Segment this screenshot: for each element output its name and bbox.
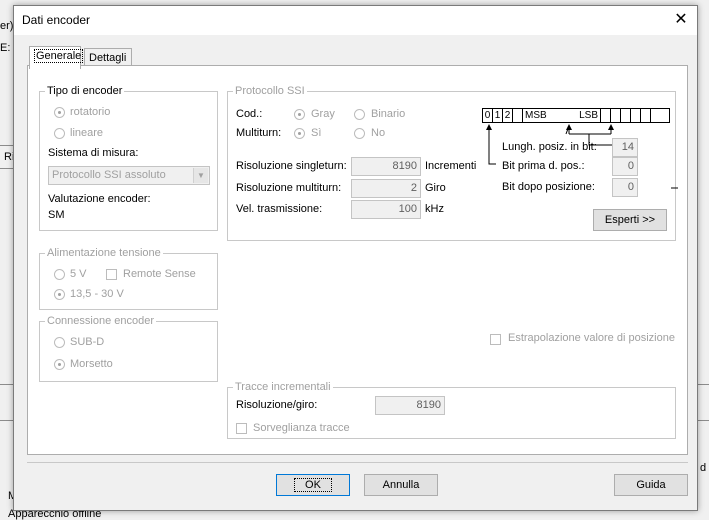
radio-label-subd: SUB-D (70, 336, 105, 348)
radio-lineare[interactable] (54, 128, 65, 139)
remote-sense-checkbox[interactable] (106, 269, 117, 280)
group-legend: Connessione encoder (47, 315, 155, 327)
res-multiturn-field[interactable]: 2 (351, 179, 421, 198)
evaluation-value: SM (48, 209, 65, 221)
background-divider (698, 420, 709, 421)
position-bits-cell: MSB LSB (523, 109, 601, 122)
radio-multiturn-si[interactable] (294, 128, 305, 139)
bit-after-field[interactable]: 0 (612, 178, 638, 197)
radio-gray[interactable] (294, 109, 305, 120)
group-legend: Tracce incrementali (235, 381, 331, 393)
bit-after-label: Bit dopo posizione: (502, 181, 595, 193)
help-button[interactable]: Guida (614, 474, 688, 496)
title-bar: Dati encoder ✕ (14, 6, 697, 35)
background-divider (0, 145, 13, 146)
bit-cell: 1 (493, 109, 503, 122)
speed-field[interactable]: 100 (351, 200, 421, 219)
extrapolation-label: Estrapolazione valore di posizione (508, 332, 675, 344)
bit-cell (631, 109, 641, 122)
track-monitoring-checkbox[interactable] (236, 423, 247, 434)
res-multiturn-label: Risoluzione multiturn: (236, 182, 342, 194)
multiturn-label: Multiturn: (236, 127, 282, 139)
experts-button[interactable]: Esperti >> (593, 209, 667, 231)
radio-label-5v: 5 V (70, 268, 87, 280)
code-label: Cod.: (236, 108, 263, 120)
position-length-field[interactable]: 14 (612, 138, 638, 157)
tab-generale[interactable]: Generale (29, 46, 84, 69)
bit-before-field[interactable]: 0 (612, 157, 638, 176)
msb-label: MSB (525, 110, 547, 121)
group-legend: Protocollo SSI (235, 85, 305, 97)
encoder-connection-group: Connessione encoder (39, 316, 218, 382)
radio-rotatorio[interactable] (54, 107, 65, 118)
background-divider (698, 384, 709, 385)
background-fragment: d (700, 462, 707, 474)
radio-multiturn-no[interactable] (354, 128, 365, 139)
extrapolation-checkbox[interactable] (490, 334, 501, 345)
radio-label-13-30v: 13,5 - 30 V (70, 288, 124, 300)
radio-13-30v[interactable] (54, 289, 65, 300)
bit-cell (651, 109, 659, 122)
radio-label-lineare: lineare (70, 127, 104, 139)
radio-label-si: Sì (311, 127, 322, 139)
track-monitoring-label: Sorveglianza tracce (253, 422, 350, 434)
tab-label: Dettagli (89, 52, 127, 64)
radio-label-rotatorio: rotatorio (70, 106, 111, 118)
bit-cell (513, 109, 523, 122)
measure-system-select[interactable]: Protocollo SSI assoluto ▼ (48, 166, 210, 185)
radio-label-no: No (371, 127, 386, 139)
position-length-label: Lungh. posiz. in bit: (502, 141, 597, 153)
ssi-bit-frame-diagram: 0 1 2 MSB LSB (482, 108, 670, 123)
res-singleturn-unit: Incrementi (425, 160, 477, 172)
encoder-data-dialog: Dati encoder ✕ Generale Dettagli Tipo di… (13, 5, 698, 511)
radio-label-gray: Gray (311, 108, 335, 120)
incremental-res-label: Risoluzione/giro: (236, 399, 318, 411)
incremental-res-field[interactable]: 8190 (375, 396, 445, 415)
cancel-button[interactable]: Annulla (364, 474, 438, 496)
ok-button[interactable]: OK (276, 474, 350, 496)
bit-cell (601, 109, 611, 122)
radio-label-binario: Binario (371, 108, 406, 120)
background-fragment: er) (0, 20, 14, 32)
radio-subd[interactable] (54, 337, 65, 348)
bit-cell: 2 (503, 109, 513, 122)
group-legend: Alimentazione tensione (47, 247, 161, 259)
tab-label: Generale (34, 49, 84, 63)
speed-label: Vel. trasmissione: (236, 203, 323, 215)
radio-label-morsetto: Morsetto (70, 358, 113, 370)
radio-5v[interactable] (54, 269, 65, 280)
chevron-down-icon: ▼ (193, 168, 208, 183)
res-singleturn-field[interactable]: 8190 (351, 157, 421, 176)
bit-before-label: Bit prima d. pos.: (502, 160, 585, 172)
background-fragment: E: (0, 42, 11, 54)
background-divider (0, 168, 13, 169)
tab-panel-generale: Tipo di encoder rotatorio lineare Sistem… (27, 65, 688, 455)
bit-cell (641, 109, 651, 122)
dialog-title: Dati encoder (22, 13, 91, 27)
group-legend: Tipo di encoder (47, 85, 123, 97)
background-divider (0, 384, 13, 385)
remote-sense-label: Remote Sense (123, 268, 196, 280)
bit-cell (621, 109, 631, 122)
res-singleturn-label: Risoluzione singleturn: (236, 160, 347, 172)
bit-cell: 0 (483, 109, 493, 122)
radio-morsetto[interactable] (54, 359, 65, 370)
radio-binario[interactable] (354, 109, 365, 120)
lsb-label: LSB (579, 110, 598, 121)
background-divider (0, 420, 13, 421)
close-icon: ✕ (674, 11, 688, 28)
ok-button-label: OK (294, 478, 332, 492)
speed-unit: kHz (425, 203, 444, 215)
evaluation-label: Valutazione encoder: (48, 193, 151, 205)
measure-system-label: Sistema di misura: (48, 147, 139, 159)
res-multiturn-unit: Giro (425, 182, 446, 194)
close-button[interactable]: ✕ (669, 8, 693, 32)
bit-cell (611, 109, 621, 122)
measure-system-value: Protocollo SSI assoluto (52, 169, 166, 181)
button-bar-divider (27, 462, 688, 463)
